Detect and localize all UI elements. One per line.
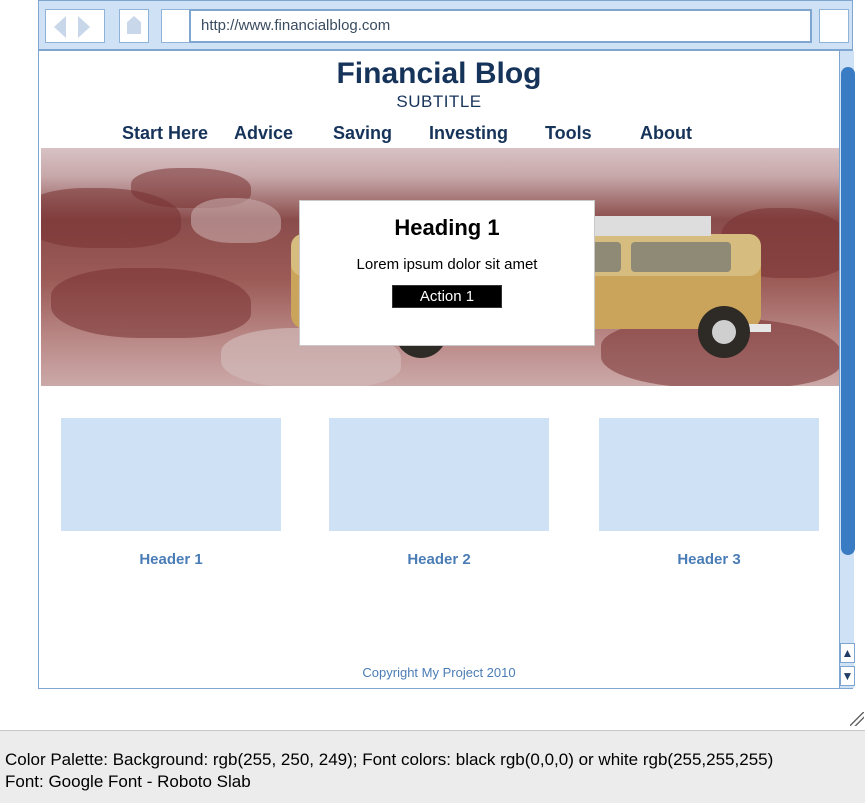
nav-start-here[interactable]: Start Here bbox=[122, 123, 208, 144]
browser-menu-button[interactable] bbox=[819, 9, 849, 43]
scroll-up-button[interactable]: ▲ bbox=[840, 643, 855, 663]
back-arrow-icon[interactable] bbox=[54, 16, 66, 38]
card-image-placeholder bbox=[599, 418, 819, 531]
card-image-placeholder bbox=[61, 418, 281, 531]
home-icon bbox=[127, 16, 141, 34]
back-forward-buttons bbox=[45, 9, 105, 43]
scroll-down-button[interactable]: ▼ bbox=[840, 666, 855, 686]
nav-investing[interactable]: Investing bbox=[429, 123, 508, 144]
hero-card: Heading 1 Lorem ipsum dolor sit amet Act… bbox=[299, 200, 595, 346]
card-header-3[interactable]: Header 3 bbox=[599, 551, 819, 568]
forward-arrow-icon[interactable] bbox=[78, 16, 90, 38]
card-image-placeholder bbox=[329, 418, 549, 531]
nav-tools[interactable]: Tools bbox=[545, 123, 592, 144]
nav-advice[interactable]: Advice bbox=[234, 123, 293, 144]
address-bar-url: http://www.financialblog.com bbox=[201, 17, 391, 34]
font-note: Font: Google Font - Roboto Slab bbox=[5, 772, 251, 791]
url-bar-left-button[interactable] bbox=[161, 9, 191, 43]
hero-action-button[interactable]: Action 1 bbox=[392, 285, 502, 308]
scrollbar-thumb[interactable] bbox=[841, 67, 855, 555]
hero-rock bbox=[191, 198, 281, 243]
hero-heading: Heading 1 bbox=[394, 215, 500, 240]
card-header-2[interactable]: Header 2 bbox=[329, 551, 549, 568]
annotation-note: Color Palette: Background: rgb(255, 250,… bbox=[0, 730, 865, 803]
card-header-1[interactable]: Header 1 bbox=[61, 551, 281, 568]
address-bar[interactable]: http://www.financialblog.com bbox=[189, 9, 812, 43]
home-button[interactable] bbox=[119, 9, 149, 43]
browser-window: http://www.financialblog.com Financial B… bbox=[38, 0, 855, 689]
copyright: Copyright My Project 2010 bbox=[362, 665, 516, 680]
palette-note: Color Palette: Background: rgb(255, 250,… bbox=[5, 750, 774, 769]
site-subtitle: SUBTITLE bbox=[396, 92, 482, 111]
page-viewport: Financial Blog SUBTITLE Start Here Advic… bbox=[39, 51, 839, 688]
hero-banner: Heading 1 Lorem ipsum dolor sit amet Act… bbox=[41, 148, 839, 386]
hero-rock bbox=[51, 268, 251, 338]
nav-about[interactable]: About bbox=[640, 123, 692, 144]
hero-text: Lorem ipsum dolor sit amet bbox=[356, 256, 538, 273]
browser-toolbar: http://www.financialblog.com bbox=[39, 1, 852, 51]
site-title: Financial Blog bbox=[336, 57, 542, 90]
vertical-scrollbar[interactable]: ▲ ▼ bbox=[839, 51, 855, 688]
nav-saving[interactable]: Saving bbox=[333, 123, 392, 144]
resize-grip-icon[interactable] bbox=[850, 712, 864, 726]
